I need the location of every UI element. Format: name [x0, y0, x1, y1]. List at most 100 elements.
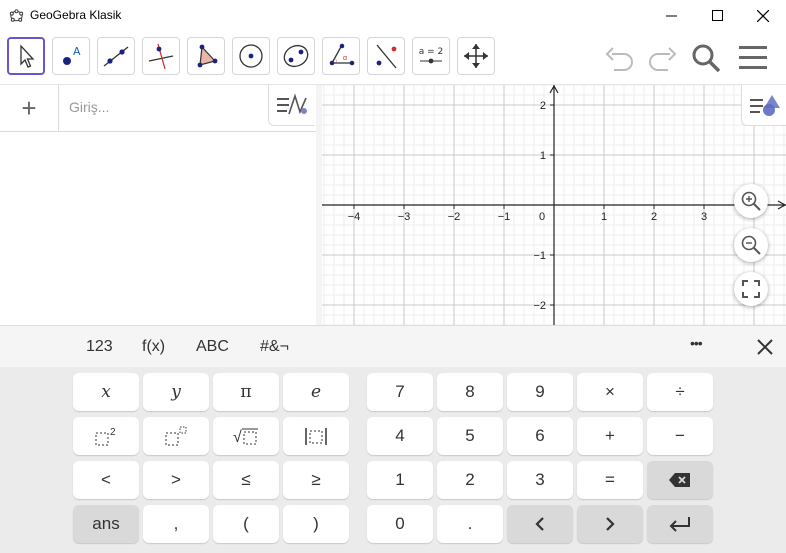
squared-icon: 2 — [95, 427, 116, 446]
search-button[interactable] — [689, 41, 723, 75]
key-1[interactable]: 1 — [367, 461, 433, 499]
tool-polygon[interactable] — [187, 37, 225, 75]
svg-text:A: A — [73, 45, 81, 58]
window-title: GeoGebra Klasik — [30, 8, 122, 22]
key-right[interactable] — [577, 505, 643, 543]
key-abs[interactable] — [283, 417, 349, 455]
key-greater-than[interactable]: > — [143, 461, 209, 499]
chevron-right-icon — [606, 517, 615, 531]
key-plus[interactable]: + — [577, 417, 643, 455]
key-6[interactable]: 6 — [507, 417, 573, 455]
key-y[interactable]: y — [143, 373, 209, 411]
x-tick-label: −2 — [448, 211, 461, 223]
maximize-icon — [711, 10, 723, 21]
backspace-icon — [669, 473, 690, 487]
y-tick-label: −2 — [533, 300, 546, 312]
more-options-button[interactable]: ••• — [690, 335, 703, 351]
tool-perpendicular[interactable] — [142, 37, 180, 75]
key-backspace[interactable] — [647, 461, 713, 499]
keyboard-tab-bar: 123 f(x) ABC #&¬ ••• — [0, 325, 786, 368]
tool-point[interactable]: A — [52, 37, 90, 75]
tool-slider[interactable]: a = 2 — [412, 37, 450, 75]
y-tick-label: 1 — [540, 150, 546, 162]
minimize-icon — [665, 15, 677, 17]
tool-ellipse[interactable] — [277, 37, 315, 75]
key-7[interactable]: 7 — [367, 373, 433, 411]
hamburger-menu-icon — [739, 46, 767, 69]
key-4[interactable]: 4 — [367, 417, 433, 455]
key-greater-equal[interactable]: ≥ — [283, 461, 349, 499]
key-0[interactable]: 0 — [367, 505, 433, 543]
key-pi[interactable]: π — [213, 373, 279, 411]
key-minus[interactable]: − — [647, 417, 713, 455]
key-enter[interactable] — [647, 505, 713, 543]
key-8[interactable]: 8 — [437, 373, 503, 411]
close-keyboard-button[interactable] — [756, 338, 774, 356]
tool-move[interactable] — [7, 37, 45, 75]
key-9[interactable]: 9 — [507, 373, 573, 411]
tool-line[interactable] — [97, 37, 135, 75]
maximize-button[interactable] — [694, 0, 740, 31]
sqrt-icon: √ — [233, 428, 258, 446]
tab-functions[interactable]: f(x) — [142, 338, 165, 356]
key-2[interactable]: 2 — [437, 461, 503, 499]
tool-move-graphics[interactable] — [457, 37, 495, 75]
key-close-paren[interactable]: ) — [283, 505, 349, 543]
undo-icon — [605, 47, 633, 71]
key-squared[interactable]: 2 — [73, 417, 139, 455]
tool-circle[interactable] — [232, 37, 270, 75]
zoom-out-button[interactable] — [734, 228, 768, 262]
x-tick-label: −1 — [498, 211, 511, 223]
zoom-in-button[interactable] — [734, 184, 768, 218]
zoom-in-icon — [741, 191, 761, 211]
tab-numbers[interactable]: 123 — [86, 338, 113, 356]
coordinate-grid: −4 −3 −2 −1 0 1 2 3 2 1 −1 −2 — [322, 85, 786, 325]
key-x[interactable]: x — [73, 373, 139, 411]
redo-button[interactable] — [642, 43, 678, 73]
add-item-button[interactable]: + — [0, 85, 59, 131]
polygon-tool-icon — [197, 44, 218, 68]
geogebra-logo-icon — [9, 9, 24, 22]
key-sqrt[interactable]: √ — [213, 417, 279, 455]
svg-text:a = 2: a = 2 — [419, 47, 444, 57]
key-open-paren[interactable]: ( — [213, 505, 279, 543]
graphics-view[interactable]: −4 −3 −2 −1 0 1 2 3 2 1 −1 −2 — [322, 85, 786, 325]
toolbar: A α a = 2 — [0, 31, 786, 85]
angle-tool-icon: α — [329, 43, 355, 66]
close-window-button[interactable] — [740, 0, 786, 31]
key-decimal[interactable]: . — [437, 505, 503, 543]
key-divide[interactable]: ÷ — [647, 373, 713, 411]
svg-text:√: √ — [233, 429, 242, 446]
reflect-tool-icon — [376, 44, 397, 69]
algebra-input[interactable]: Giriş... — [69, 99, 109, 115]
key-equals[interactable]: = — [577, 461, 643, 499]
x-tick-label: 0 — [539, 211, 545, 223]
undo-button[interactable] — [604, 43, 640, 73]
key-less-than[interactable]: < — [73, 461, 139, 499]
key-left[interactable] — [507, 505, 573, 543]
close-icon — [757, 9, 769, 22]
key-multiply[interactable]: × — [577, 373, 643, 411]
main-menu-button[interactable] — [737, 43, 769, 73]
key-e[interactable]: e — [283, 373, 349, 411]
fullscreen-button[interactable] — [734, 272, 768, 306]
minimize-button[interactable] — [648, 0, 694, 31]
line-tool-icon — [103, 46, 129, 67]
key-5[interactable]: 5 — [437, 417, 503, 455]
x-tick-label: −4 — [348, 211, 361, 223]
tab-letters[interactable]: ABC — [196, 338, 229, 356]
graphics-style-button[interactable] — [741, 85, 786, 126]
redo-icon — [649, 47, 677, 71]
tool-angle[interactable]: α — [322, 37, 360, 75]
key-less-equal[interactable]: ≤ — [213, 461, 279, 499]
algebra-style-button[interactable] — [268, 85, 315, 126]
ellipse-tool-icon — [283, 44, 309, 68]
key-3[interactable]: 3 — [507, 461, 573, 499]
svg-text:α: α — [343, 55, 347, 62]
key-ans[interactable]: ans — [73, 505, 139, 543]
tool-reflect[interactable] — [367, 37, 405, 75]
virtual-keyboard: x y π e 7 8 9 × ÷ 2 √ 4 5 6 + − < > ≤ ≥ … — [0, 367, 786, 553]
key-power[interactable] — [143, 417, 209, 455]
tab-symbols[interactable]: #&¬ — [260, 338, 289, 356]
key-comma[interactable]: , — [143, 505, 209, 543]
